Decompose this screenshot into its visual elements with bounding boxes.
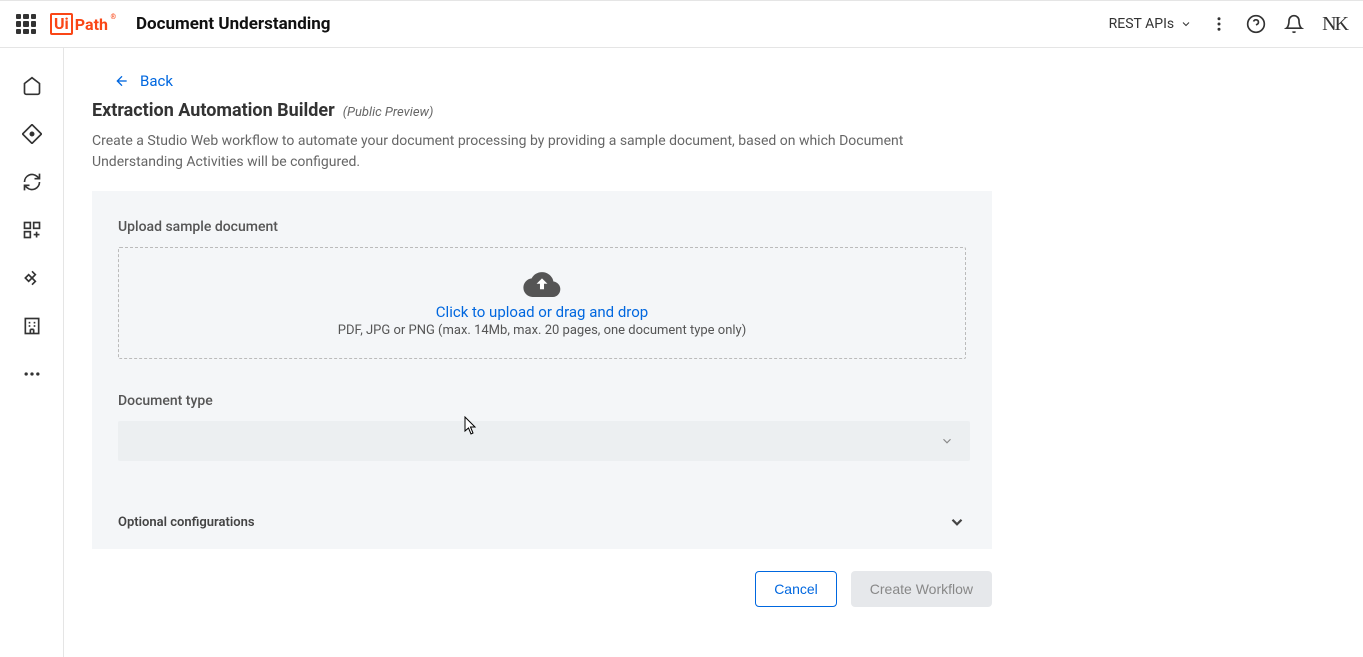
doctype-select-wrap [118, 421, 966, 461]
product-name: Document Understanding [136, 14, 331, 34]
page-description: Create a Studio Web workflow to automate… [92, 131, 992, 173]
title-row: Extraction Automation Builder (Public Pr… [92, 100, 1335, 121]
upload-section-label: Upload sample document [118, 219, 966, 235]
uipath-logo[interactable]: UiPath [50, 13, 108, 35]
user-avatar[interactable]: NK [1322, 13, 1347, 36]
top-bar: UiPath Document Understanding REST APIs … [0, 0, 1363, 48]
doctype-label: Document type [118, 393, 966, 409]
page-title: Extraction Automation Builder [92, 100, 335, 121]
header-left: UiPath Document Understanding [16, 13, 331, 35]
sync-icon[interactable] [22, 172, 42, 192]
sidebar [0, 48, 64, 657]
doctype-select[interactable] [118, 421, 970, 461]
upload-drop-zone[interactable]: Click to upload or drag and drop PDF, JP… [118, 247, 966, 359]
chevron-down-icon [948, 513, 966, 531]
chevron-down-icon [1180, 18, 1192, 30]
home-icon[interactable] [22, 76, 42, 96]
document-target-icon[interactable] [22, 124, 42, 144]
back-label: Back [140, 72, 173, 90]
more-menu-icon[interactable] [1210, 15, 1228, 33]
cloud-upload-icon [523, 269, 561, 297]
back-link[interactable]: Back [114, 72, 1335, 90]
extensions-icon[interactable] [22, 268, 42, 288]
upload-cta: Click to upload or drag and drop [436, 303, 648, 321]
optional-label: Optional configurations [118, 515, 255, 530]
cancel-button[interactable]: Cancel [755, 571, 837, 607]
preview-badge: (Public Preview) [343, 105, 434, 120]
rest-apis-dropdown[interactable]: REST APIs [1109, 16, 1192, 32]
apps-grid-icon[interactable] [16, 14, 36, 34]
arrow-left-icon [114, 73, 130, 89]
notifications-icon[interactable] [1284, 14, 1304, 34]
footer-actions: Cancel Create Workflow [92, 571, 992, 607]
help-icon[interactable] [1246, 14, 1266, 34]
main-content: Back Extraction Automation Builder (Publ… [64, 48, 1363, 657]
rest-apis-label: REST APIs [1109, 16, 1174, 32]
building-icon[interactable] [22, 316, 42, 336]
upload-hint: PDF, JPG or PNG (max. 14Mb, max. 20 page… [338, 323, 746, 338]
header-right: REST APIs NK [1109, 13, 1347, 36]
create-workflow-button[interactable]: Create Workflow [851, 571, 992, 607]
dashboard-add-icon[interactable] [22, 220, 42, 240]
more-icon[interactable] [22, 364, 42, 384]
optional-configurations-toggle[interactable]: Optional configurations [118, 513, 966, 535]
config-panel: Upload sample document Click to upload o… [92, 191, 992, 549]
